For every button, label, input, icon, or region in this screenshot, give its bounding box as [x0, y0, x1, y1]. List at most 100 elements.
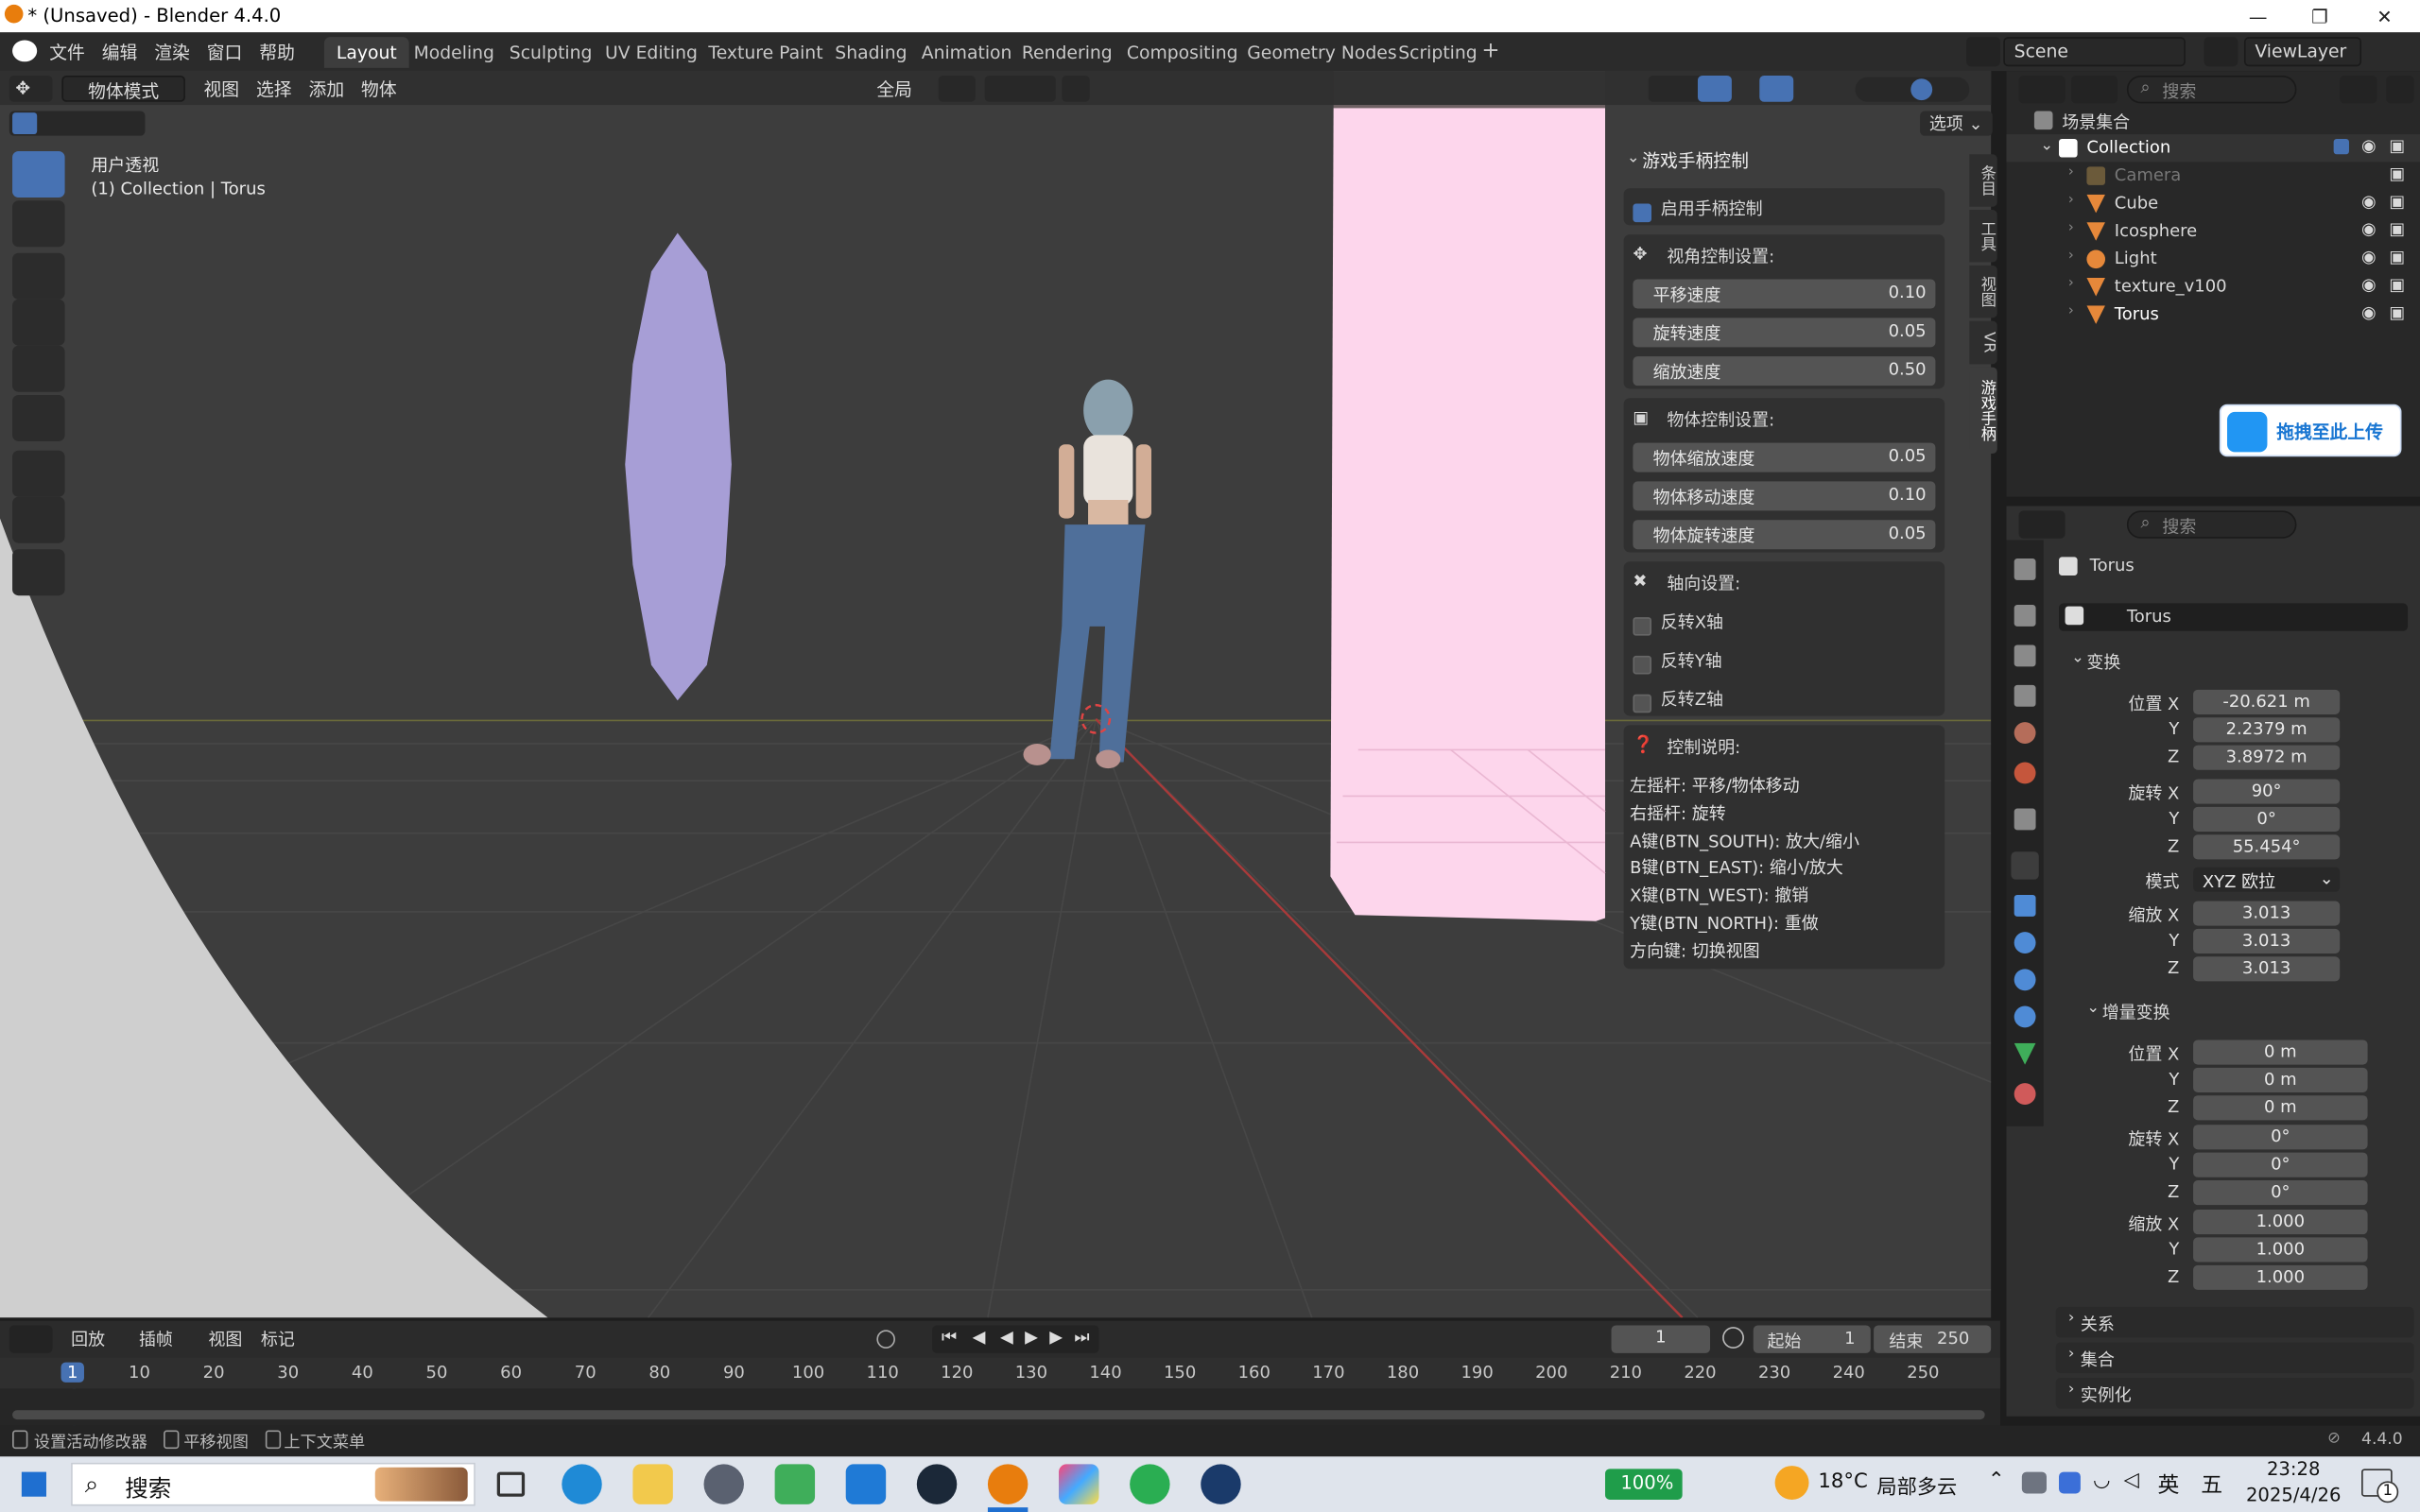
camera-render-icon[interactable]: ▣: [2389, 302, 2405, 322]
scale-x-field[interactable]: 3.013: [2193, 901, 2341, 926]
camera-render-icon[interactable]: ▣: [2389, 247, 2405, 266]
delta-scale-y-field[interactable]: 1.000: [2193, 1237, 2368, 1263]
viewport-menu-select[interactable]: 选择: [250, 76, 298, 102]
menu-file[interactable]: 文件: [49, 40, 85, 64]
add-workspace-button[interactable]: +: [1469, 34, 1512, 65]
steam-icon[interactable]: [916, 1464, 958, 1504]
delta-rotation-x-field[interactable]: 0°: [2193, 1125, 2368, 1150]
camera-render-icon[interactable]: ▣: [2389, 219, 2405, 239]
delta-location-z-field[interactable]: 0 m: [2193, 1095, 2368, 1121]
view-layer-properties-icon[interactable]: [2014, 684, 2036, 707]
battery-indicator[interactable]: 100%: [1605, 1469, 1683, 1500]
world-properties-icon[interactable]: [2014, 762, 2036, 784]
delta-location-x-field[interactable]: 0 m: [2193, 1040, 2368, 1065]
outliner-search-input[interactable]: ⌕ 搜索: [2126, 76, 2297, 104]
timeline-view-menu[interactable]: 视图: [208, 1327, 242, 1351]
chevron-right-icon[interactable]: ›: [2068, 220, 2074, 235]
object-move-speed-field[interactable]: 物体移动速度 0.10: [1633, 481, 1936, 511]
timeline-track-area[interactable]: [0, 1388, 2000, 1426]
outliner-item[interactable]: › Icosphere ◉ ▣: [2007, 217, 2420, 245]
tab-uv-editing[interactable]: UV Editing: [593, 37, 710, 68]
object-scale-speed-field[interactable]: 物体缩放速度 0.05: [1633, 442, 1936, 472]
outliner-item[interactable]: › texture_v100 ◉ ▣: [2007, 273, 2420, 301]
jump-start-icon[interactable]: ⏮: [942, 1327, 957, 1349]
chart-app-icon[interactable]: [774, 1464, 816, 1504]
minimize-button[interactable]: —: [2222, 0, 2293, 32]
snap-icon[interactable]: [984, 76, 1056, 102]
eye-icon[interactable]: ◉: [2361, 247, 2377, 266]
scene-properties-icon[interactable]: [2014, 722, 2036, 744]
gizmo-icon[interactable]: [1697, 76, 1732, 102]
tray-expand-icon[interactable]: ⌃: [1988, 1469, 2005, 1491]
collapse-chevron-icon[interactable]: ⌄: [1627, 149, 1640, 166]
delta-scale-z-field[interactable]: 1.000: [2193, 1264, 2368, 1290]
app-icon[interactable]: [1059, 1464, 1099, 1504]
eye-icon[interactable]: ◉: [2361, 219, 2377, 239]
play-icon[interactable]: ▶: [1025, 1327, 1038, 1347]
chevron-down-icon[interactable]: ⌄: [2086, 1000, 2100, 1017]
menu-edit[interactable]: 编辑: [102, 40, 138, 64]
menu-window[interactable]: 窗口: [207, 40, 243, 64]
rotation-y-field[interactable]: 0°: [2193, 806, 2341, 833]
location-y-field[interactable]: 2.2379 m: [2193, 717, 2341, 743]
upload-badge[interactable]: 拖拽至此上传: [2219, 404, 2402, 457]
select-new-icon[interactable]: [12, 112, 38, 135]
weather-temp[interactable]: 18°C: [1818, 1470, 1867, 1493]
timeline-editor-icon[interactable]: [9, 1325, 53, 1353]
outliner-root-row[interactable]: 场景集合: [2007, 107, 2420, 134]
rotation-mode-select[interactable]: XYZ 欧拉 ⌄: [2193, 867, 2341, 892]
tab-view[interactable]: 视图: [1969, 265, 1997, 318]
tab-compositing[interactable]: Compositing: [1115, 37, 1251, 68]
close-button[interactable]: ✕: [2349, 0, 2420, 32]
wechat-icon[interactable]: [1130, 1464, 1170, 1504]
scale-y-field[interactable]: 3.013: [2193, 928, 2341, 954]
blender-menu-icon[interactable]: [12, 40, 38, 62]
eye-icon[interactable]: ◉: [2361, 302, 2377, 322]
pivot-icon[interactable]: [938, 76, 976, 102]
move-tool[interactable]: [12, 252, 65, 300]
object-name-field[interactable]: Torus: [2059, 603, 2409, 631]
constraints-properties-icon[interactable]: [2014, 1005, 2036, 1028]
view-layer-icon[interactable]: [2204, 37, 2238, 67]
settings-icon[interactable]: [703, 1464, 744, 1504]
scene-selector[interactable]: Scene: [2003, 37, 2186, 67]
chevron-right-icon[interactable]: ›: [2068, 165, 2074, 180]
transform-tool[interactable]: [12, 394, 65, 441]
current-frame-field[interactable]: 1: [1611, 1325, 1711, 1353]
delta-rotation-y-field[interactable]: 0°: [2193, 1152, 2368, 1177]
instancing-panel-header[interactable]: › 实例化: [2055, 1378, 2414, 1409]
transform-section-header[interactable]: 变换: [2086, 649, 2120, 674]
taskbar-search-input[interactable]: ⌕ 搜索: [71, 1462, 475, 1506]
chevron-down-icon[interactable]: ⌄: [2071, 649, 2084, 666]
chevron-right-icon[interactable]: ›: [2068, 276, 2074, 291]
camera-render-icon[interactable]: ▣: [2389, 275, 2405, 295]
rotate-speed-field[interactable]: 旋转速度 0.05: [1633, 318, 1936, 348]
clock-date[interactable]: 2025/4/26: [2238, 1485, 2349, 1506]
tool-settings-icon[interactable]: [2014, 558, 2036, 580]
weather-desc[interactable]: 局部多云: [1876, 1470, 1957, 1499]
properties-editor-icon[interactable]: [2018, 510, 2066, 539]
collections-panel-header[interactable]: › 集合: [2055, 1342, 2414, 1374]
measure-tool[interactable]: [12, 496, 65, 543]
rotate-tool[interactable]: [12, 299, 65, 346]
prev-keyframe-icon[interactable]: ◀: [973, 1327, 986, 1347]
add-cube-tool[interactable]: [12, 549, 65, 596]
end-frame-field[interactable]: 结束 250: [1874, 1325, 1992, 1353]
tab-layout[interactable]: Layout: [323, 37, 409, 68]
tab-rendering[interactable]: Rendering: [1010, 37, 1125, 68]
delta-rotation-z-field[interactable]: 0°: [2193, 1180, 2368, 1206]
outliner-item[interactable]: › Camera ▣: [2007, 162, 2420, 189]
delta-scale-x-field[interactable]: 1.000: [2193, 1210, 2368, 1235]
marker-menu[interactable]: 标记: [261, 1327, 295, 1351]
tab-vr[interactable]: VR: [1969, 320, 1997, 365]
exclude-checkbox[interactable]: [2333, 138, 2349, 159]
chevron-right-icon[interactable]: ›: [2068, 193, 2074, 208]
volume-icon[interactable]: ◁: [2124, 1469, 2139, 1491]
tab-modeling[interactable]: Modeling: [402, 37, 508, 68]
auto-keying-icon[interactable]: [876, 1330, 895, 1349]
tab-sculpting[interactable]: Sculpting: [497, 37, 605, 68]
scale-tool[interactable]: [12, 345, 65, 392]
view-layer-selector[interactable]: ViewLayer: [2243, 37, 2362, 67]
rotation-z-field[interactable]: 55.454°: [2193, 834, 2341, 860]
chevron-right-icon[interactable]: ›: [2068, 304, 2074, 319]
